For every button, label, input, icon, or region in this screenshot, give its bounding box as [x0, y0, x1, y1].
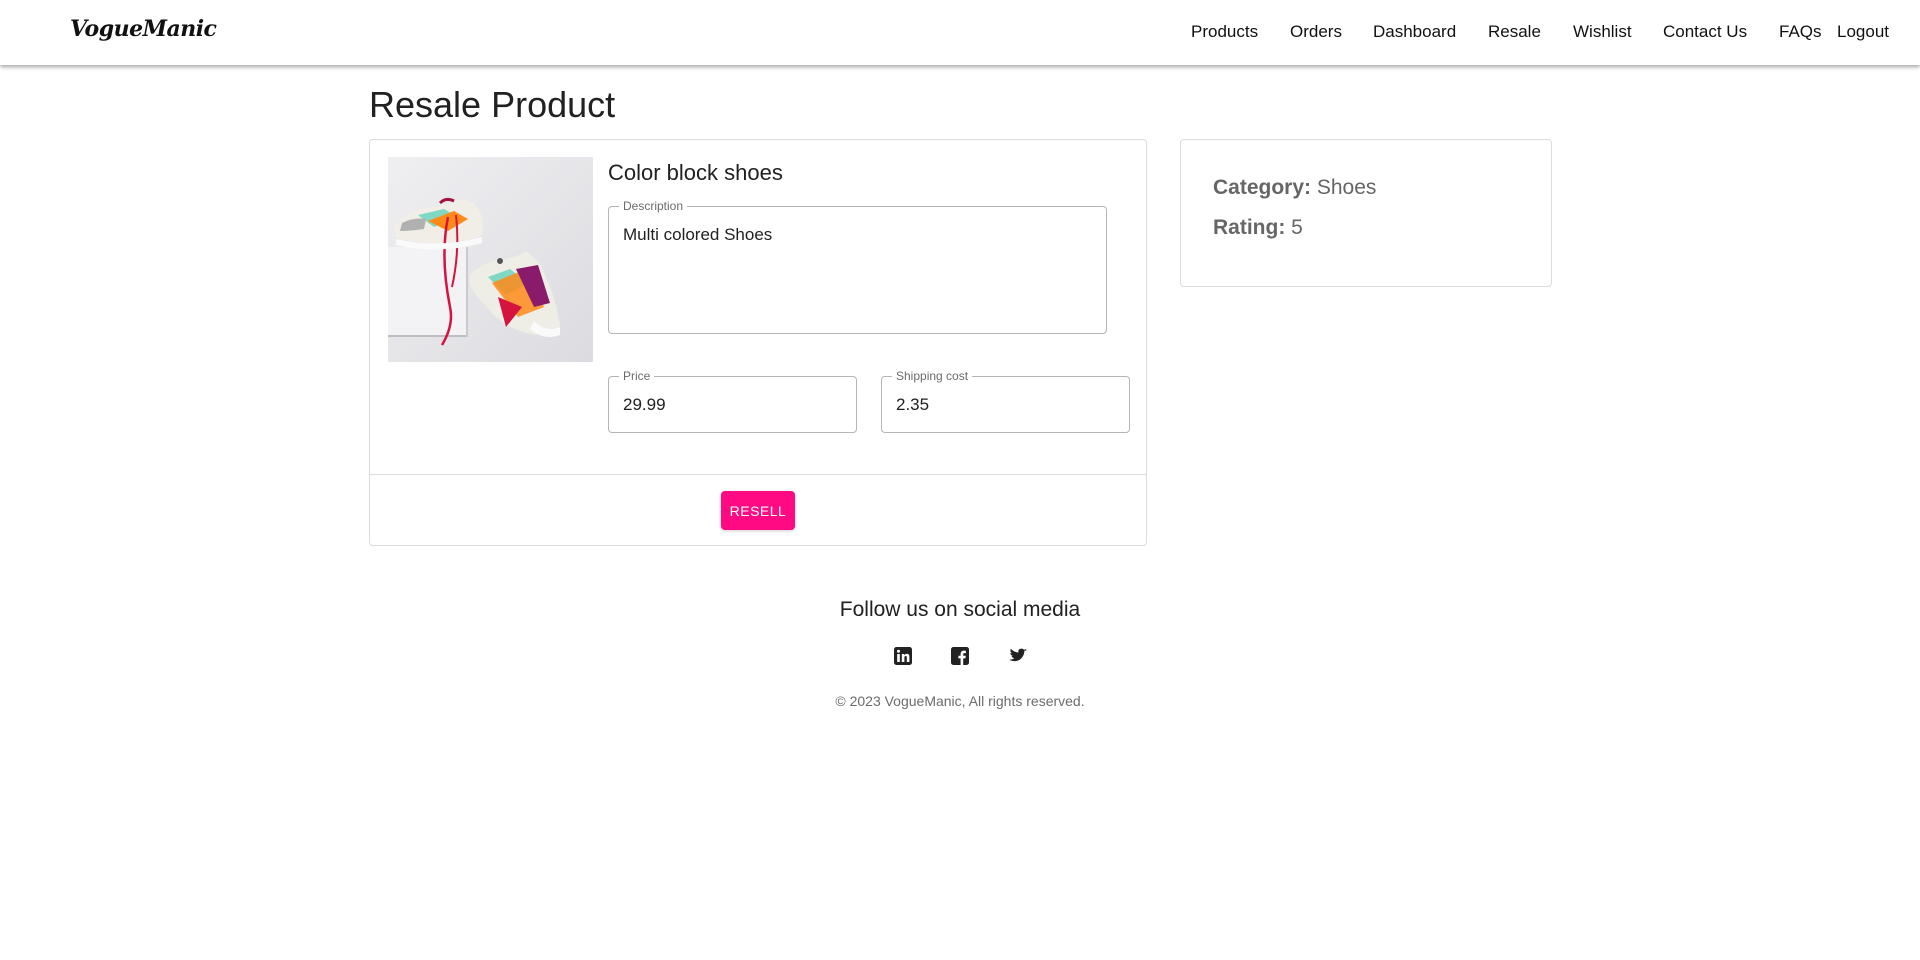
category-row: Category: Shoes — [1213, 176, 1376, 200]
shipping-cost-label: Shipping cost — [892, 369, 973, 383]
shipping-cost-field[interactable]: Shipping cost 2.35 — [881, 369, 1130, 433]
price-field[interactable]: Price 29.99 — [608, 369, 857, 433]
category-value: Shoes — [1316, 176, 1377, 199]
nav-logout[interactable]: Logout — [1837, 22, 1889, 42]
description-value: Multi colored Shoes — [623, 225, 773, 244]
nav-faqs[interactable]: FAQs — [1779, 22, 1822, 42]
category-key: Category: — [1213, 176, 1312, 199]
description-field[interactable]: Description Multi colored Shoes — [608, 199, 1107, 334]
nav-dashboard[interactable]: Dashboard — [1373, 22, 1456, 42]
facebook-icon[interactable] — [949, 645, 971, 667]
sneakers-photo-icon — [388, 157, 593, 362]
description-label: Description — [619, 199, 688, 213]
price-value: 29.99 — [623, 395, 666, 414]
nav-links: Products Orders Dashboard Resale Wishlis… — [0, 22, 1920, 46]
product-card: Color block shoes Description Multi colo… — [369, 139, 1147, 546]
nav-contact-us[interactable]: Contact Us — [1663, 22, 1747, 42]
rating-row: Rating: 5 — [1213, 216, 1303, 240]
page-title: Resale Product — [369, 84, 616, 125]
social-icons — [0, 645, 1920, 669]
product-name: Color block shoes — [608, 160, 783, 185]
resell-button[interactable]: RESELL — [721, 491, 795, 530]
linkedin-icon[interactable] — [892, 645, 914, 667]
product-info-card: Category: Shoes Rating: 5 — [1180, 139, 1552, 287]
copyright-text: © 2023 VogueManic, All rights reserved. — [835, 693, 1085, 709]
price-label: Price — [619, 369, 655, 383]
nav-products[interactable]: Products — [1191, 22, 1258, 42]
nav-orders[interactable]: Orders — [1290, 22, 1342, 42]
nav-resale[interactable]: Resale — [1488, 22, 1541, 42]
card-divider — [370, 474, 1146, 475]
footer-heading: Follow us on social media — [839, 598, 1081, 621]
rating-value: 5 — [1291, 216, 1303, 239]
rating-key: Rating: — [1213, 216, 1286, 239]
twitter-icon[interactable] — [1006, 645, 1028, 667]
product-image — [388, 157, 593, 362]
shipping-cost-value: 2.35 — [896, 395, 930, 414]
top-navbar: VogueManic Products Orders Dashboard Res… — [0, 0, 1920, 65]
nav-wishlist[interactable]: Wishlist — [1573, 22, 1632, 42]
